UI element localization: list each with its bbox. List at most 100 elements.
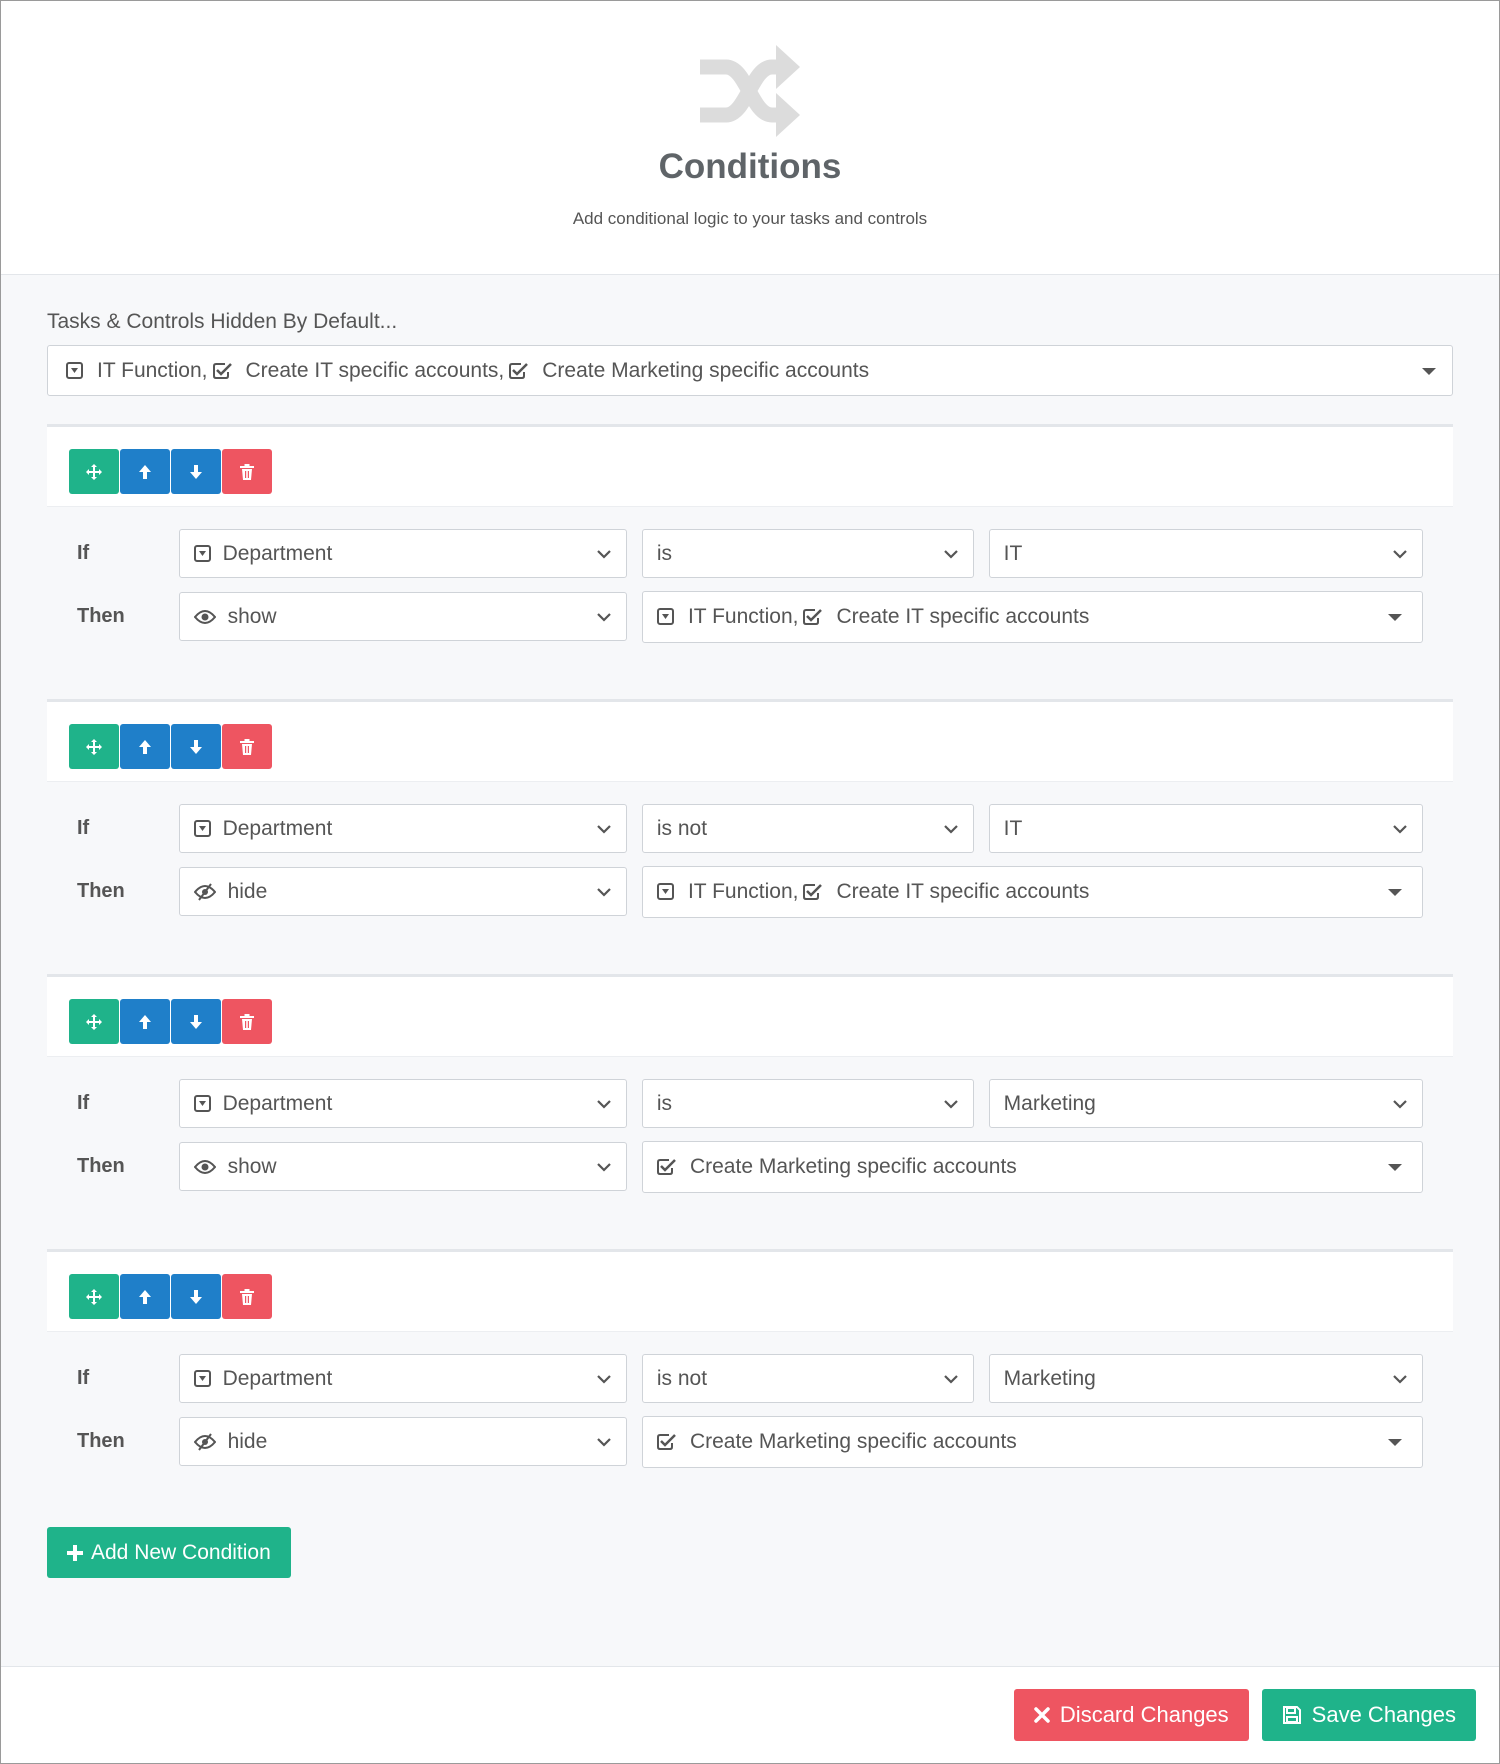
drag-handle-button[interactable] <box>69 999 119 1044</box>
move-up-button[interactable] <box>120 999 170 1044</box>
separator: , <box>201 358 208 382</box>
value-select[interactable]: Marketing <box>988 1079 1424 1128</box>
move-icon <box>85 1288 103 1306</box>
condition-toolbar <box>47 1252 1453 1332</box>
move-up-button[interactable] <box>120 724 170 769</box>
chevron-down-icon <box>943 1374 958 1384</box>
if-label: If <box>77 1367 90 1389</box>
condition-card: If Department is not IT Then hide IT Function,… <box>47 699 1453 944</box>
delete-condition-button[interactable] <box>222 999 272 1044</box>
condition-toolbar <box>47 977 1453 1057</box>
if-label: If <box>77 817 90 839</box>
trash-icon <box>240 1288 254 1305</box>
arrow-up-icon <box>137 1013 153 1031</box>
move-down-button[interactable] <box>171 724 221 769</box>
field-value: Department <box>222 816 333 840</box>
field-select[interactable]: Department <box>178 1079 627 1128</box>
move-up-button[interactable] <box>120 1274 170 1319</box>
selected-item-tag: Create IT specific accounts, <box>212 359 510 383</box>
delete-condition-button[interactable] <box>222 724 272 769</box>
action-select[interactable]: show <box>178 1142 627 1191</box>
then-row: Then show IT Function, Create IT specific a… <box>77 590 1423 643</box>
drag-handle-button[interactable] <box>69 724 119 769</box>
value-value: Marketing <box>1003 1366 1096 1390</box>
selected-item-tag: Create Marketing specific accounts <box>656 1154 1017 1179</box>
selected-item-label: Create Marketing specific accounts <box>689 1154 1017 1178</box>
chevron-down-icon <box>1393 549 1407 559</box>
selected-item-label: Create IT specific accounts <box>836 879 1090 903</box>
hidden-by-default-select[interactable]: IT Function, Create IT specific accounts,… <box>47 345 1453 396</box>
if-row: If Department is not IT <box>77 804 1424 853</box>
condition-card: If Department is IT Then show IT Function, Crea… <box>47 424 1453 669</box>
then-label: Then <box>77 605 125 627</box>
modal-body: Tasks & Controls Hidden By Default... IT… <box>1 275 1499 1667</box>
operator-select[interactable]: is not <box>641 1354 974 1403</box>
trash-icon <box>240 1013 254 1030</box>
condition-rules: If Department is not IT Then hide IT Function,… <box>47 782 1453 944</box>
checkbox-icon <box>803 608 829 625</box>
operator-select[interactable]: is <box>641 1079 974 1128</box>
add-condition-button[interactable]: Add New Condition <box>47 1527 291 1578</box>
chevron-down-icon <box>1393 1374 1407 1384</box>
action-select[interactable]: hide <box>178 867 627 916</box>
save-changes-button[interactable]: Save Changes <box>1261 1689 1476 1741</box>
move-down-button[interactable] <box>171 449 221 494</box>
delete-condition-button[interactable] <box>222 449 272 494</box>
conditions-list: If Department is IT Then show IT Function, Crea… <box>47 424 1453 1494</box>
field-value: Department <box>222 1091 333 1115</box>
modal-header: Conditions Add conditional logic to your… <box>1 1 1499 275</box>
if-row: If Department is Marketing <box>77 1079 1424 1128</box>
targets-multiselect[interactable]: Create Marketing specific accounts <box>641 1140 1423 1193</box>
operator-select[interactable]: is <box>641 529 974 578</box>
value-select[interactable]: IT <box>988 529 1424 578</box>
targets-multiselect[interactable]: Create Marketing specific accounts <box>641 1415 1423 1468</box>
move-up-button[interactable] <box>120 449 170 494</box>
action-select[interactable]: show <box>178 592 627 641</box>
if-label: If <box>77 1092 90 1114</box>
drag-handle-button[interactable] <box>69 1274 119 1319</box>
delete-condition-button[interactable] <box>222 1274 272 1319</box>
checkbox-icon <box>803 883 829 900</box>
chevron-down-icon <box>597 1374 611 1384</box>
operator-value: is <box>656 541 673 565</box>
dropdown-field-icon <box>656 608 681 625</box>
operator-select[interactable]: is not <box>641 804 974 853</box>
move-down-button[interactable] <box>171 999 221 1044</box>
condition-toolbar <box>47 702 1453 782</box>
page-title: Conditions <box>658 147 842 186</box>
discard-changes-button[interactable]: Discard Changes <box>1013 1689 1249 1741</box>
value-select[interactable]: Marketing <box>988 1354 1424 1403</box>
chevron-down-icon <box>597 612 611 622</box>
move-icon <box>85 1013 103 1031</box>
action-value: show <box>227 1154 277 1178</box>
dropdown-field-icon <box>193 1370 211 1387</box>
selected-item-tag: IT Function, <box>656 604 804 629</box>
modal-footer: Discard Changes Save Changes <box>1 1667 1499 1763</box>
value-value: IT <box>1003 816 1023 840</box>
selected-item-tag: Create IT specific accounts <box>803 880 1089 904</box>
selected-item-label: IT Function <box>687 604 793 628</box>
value-select[interactable]: IT <box>988 804 1424 853</box>
caret-down-icon <box>1388 888 1402 896</box>
targets-multiselect[interactable]: IT Function, Create IT specific accounts <box>641 590 1423 643</box>
chevron-down-icon <box>943 824 958 834</box>
then-label: Then <box>77 1430 125 1452</box>
action-select[interactable]: hide <box>178 1417 627 1466</box>
chevron-down-icon <box>597 549 611 559</box>
then-row: Then hide IT Function, Create IT specific a… <box>77 865 1423 918</box>
dropdown-field-icon <box>193 545 211 562</box>
move-down-button[interactable] <box>171 1274 221 1319</box>
separator: , <box>792 604 799 628</box>
arrow-up-icon <box>137 738 153 756</box>
value-value: IT <box>1003 541 1023 565</box>
drag-handle-button[interactable] <box>69 449 119 494</box>
field-select[interactable]: Department <box>178 804 627 853</box>
close-icon <box>1034 1707 1050 1723</box>
arrow-up-icon <box>137 1288 153 1306</box>
condition-card: If Department is Marketing Then show Create Ma… <box>47 974 1453 1219</box>
field-select[interactable]: Department <box>178 529 627 578</box>
field-select[interactable]: Department <box>178 1354 627 1403</box>
discard-changes-label: Discard Changes <box>1059 1702 1229 1727</box>
selected-item-tag: Create IT specific accounts <box>803 605 1089 629</box>
targets-multiselect[interactable]: IT Function, Create IT specific accounts <box>641 865 1423 918</box>
